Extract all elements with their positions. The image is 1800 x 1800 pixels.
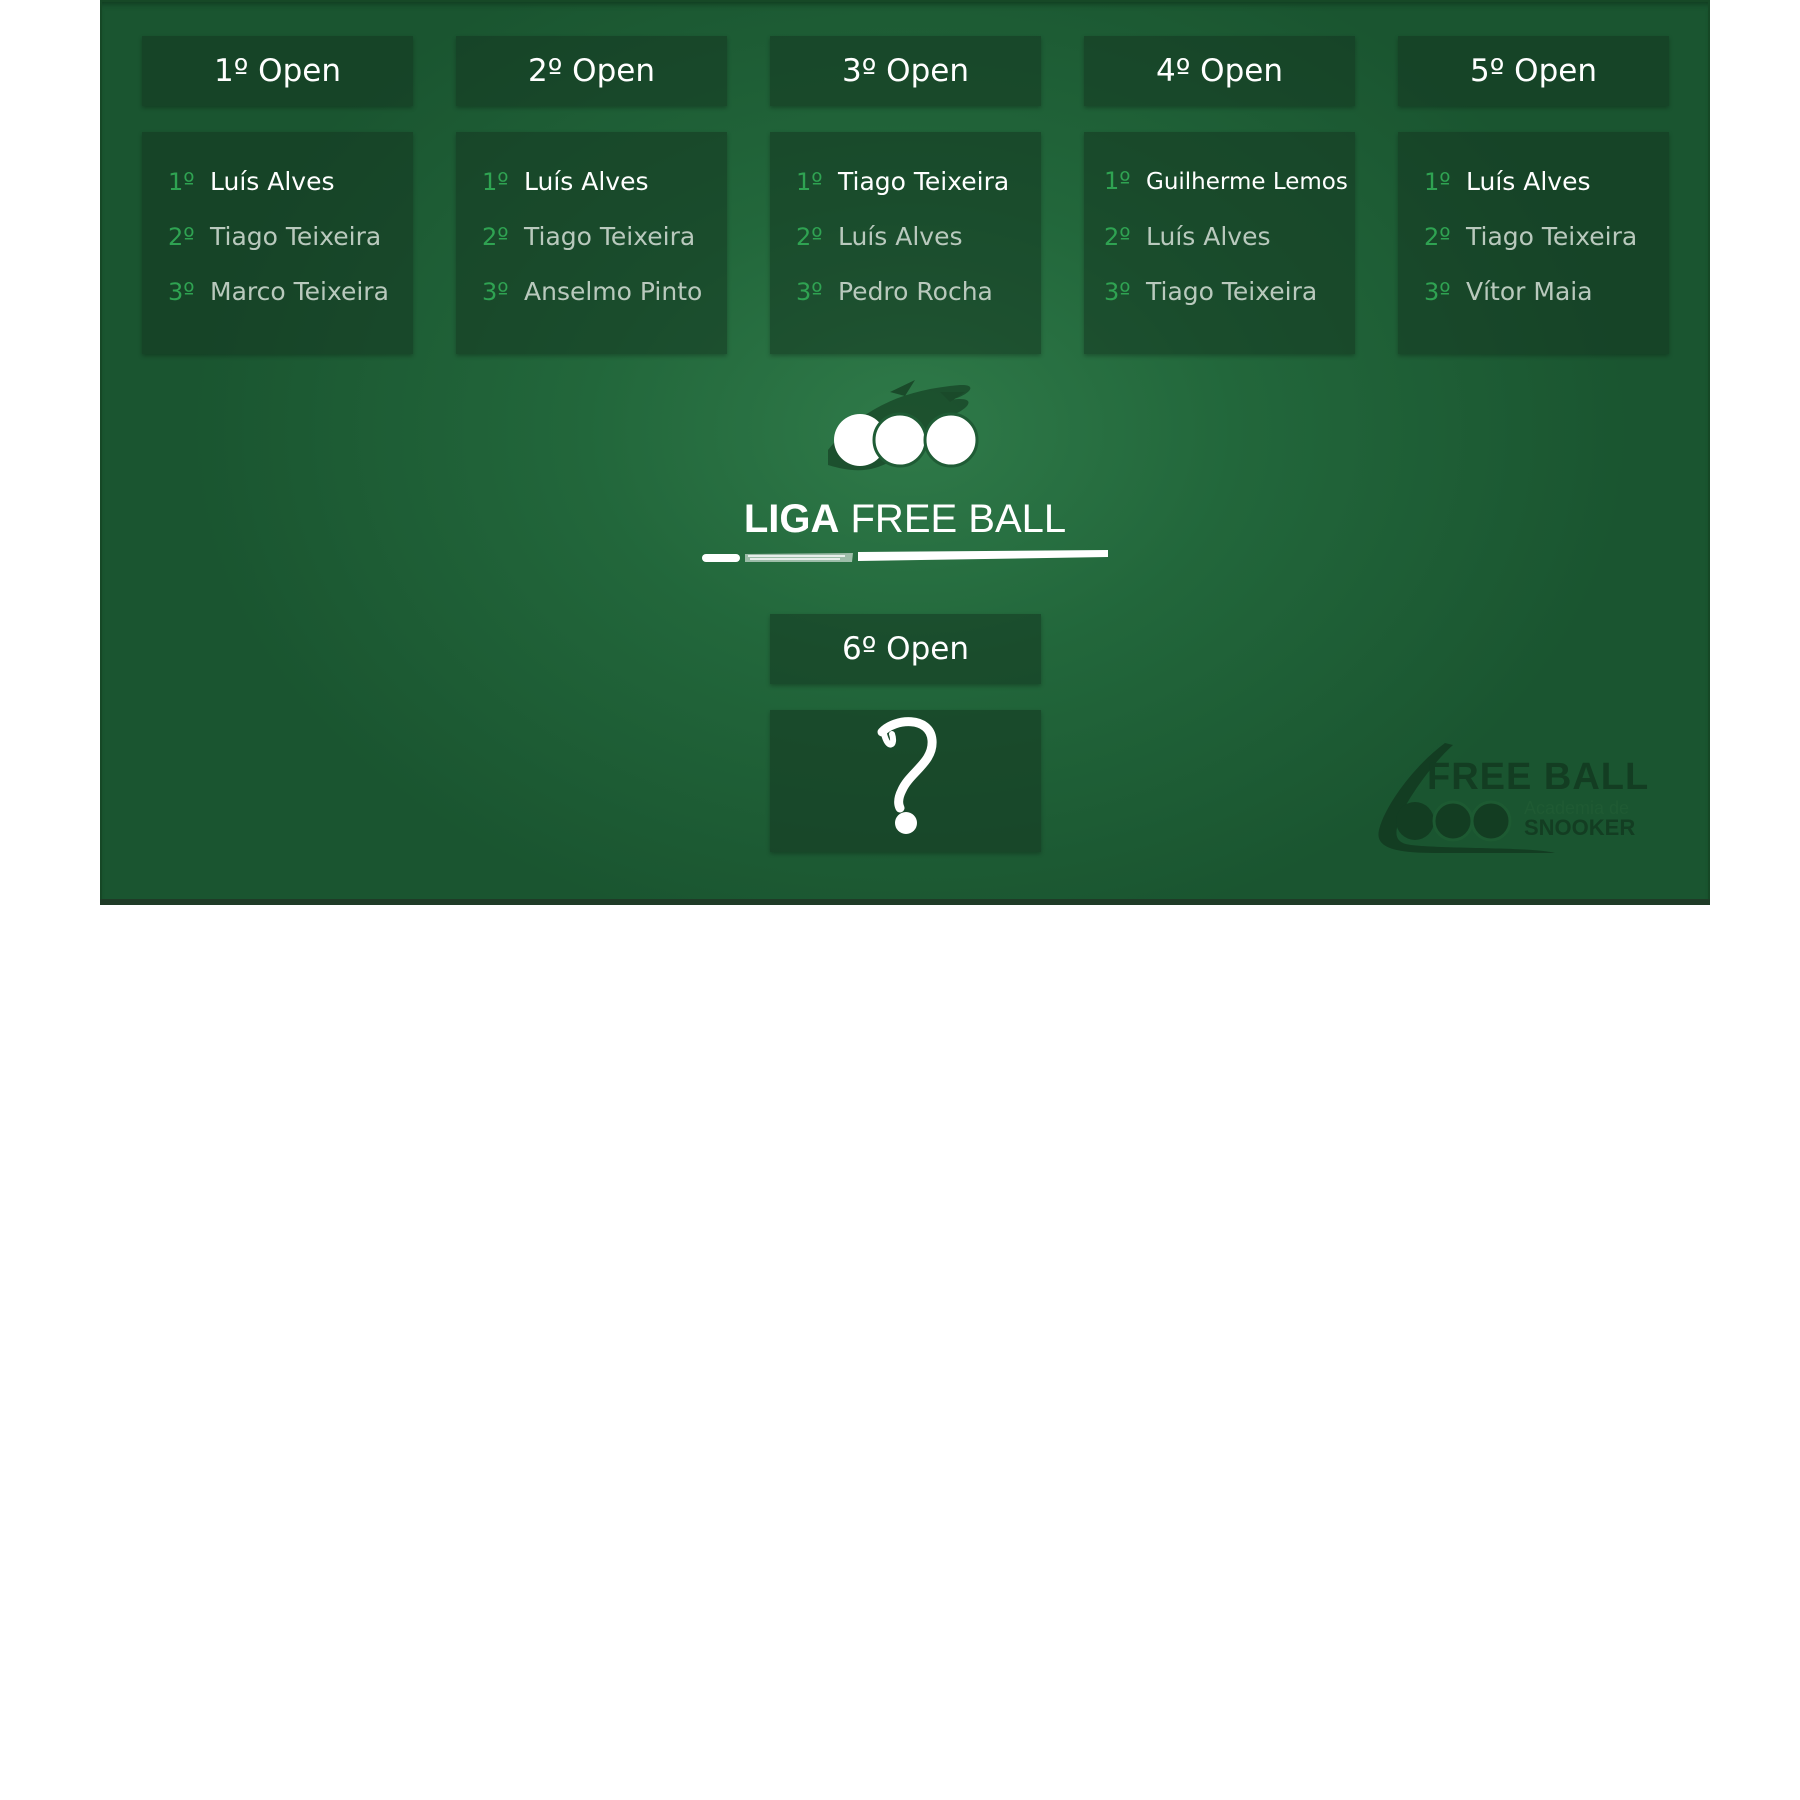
open-6-results [770, 710, 1041, 852]
question-mark-icon [877, 717, 937, 834]
cue-stick-icon [702, 550, 1108, 562]
academy-logo-sport: SNOOKER [1524, 815, 1636, 840]
league-logo-title: LIGA FREE BALL [100, 497, 1710, 542]
league-logo-bold: LIGA [743, 497, 840, 541]
league-board: 1º Open 2º Open 3º Open 4º Open 5º Open … [100, 0, 1710, 905]
snooker-balls-icon [834, 412, 979, 468]
league-logo-regular: FREE BALL [850, 497, 1067, 541]
academy-logo-name: FREE BALL [1427, 756, 1650, 798]
open-6-header: 6º Open [770, 614, 1041, 684]
